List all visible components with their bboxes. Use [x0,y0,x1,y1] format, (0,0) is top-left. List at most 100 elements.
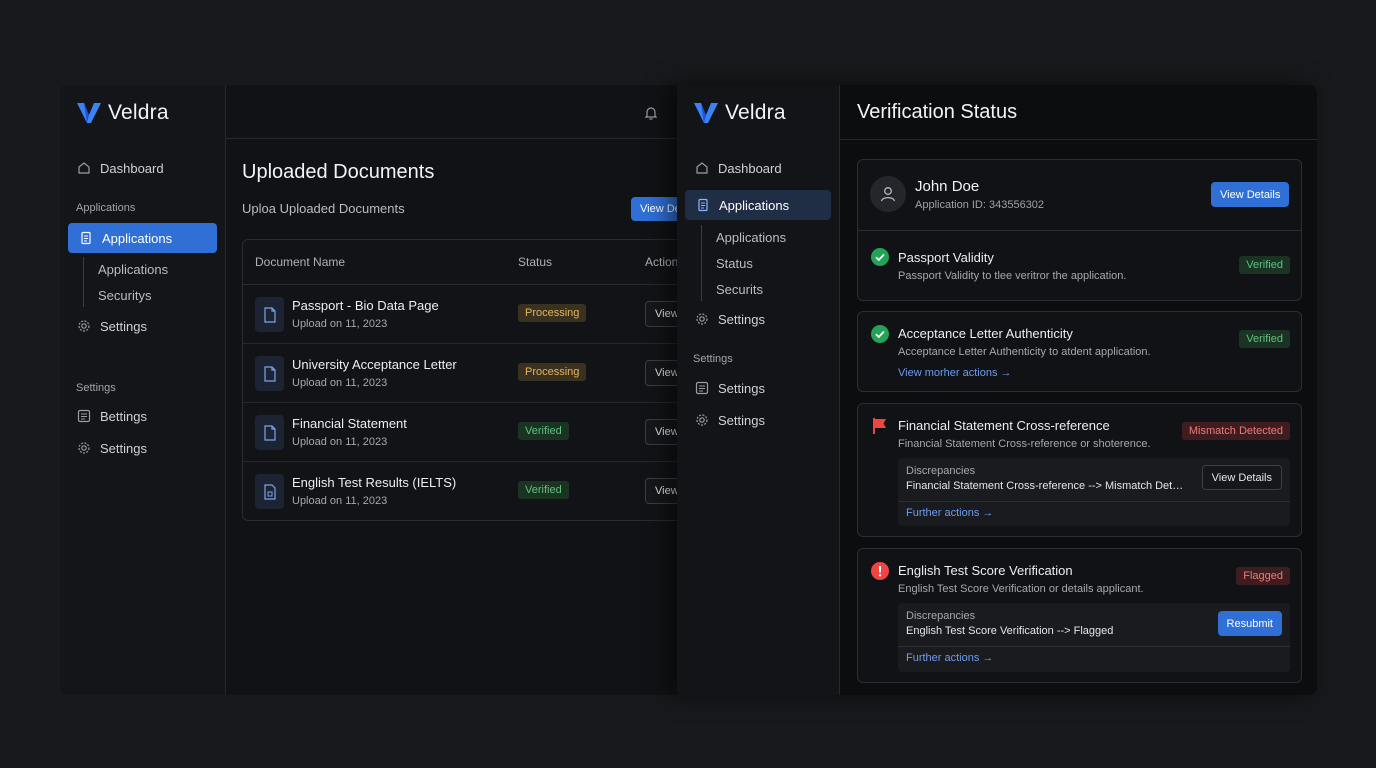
nav-applications-label: Applications [719,197,790,213]
nav-applications[interactable]: Applications [68,223,217,253]
check-circle-icon [871,325,889,343]
veldra-logo-icon [694,103,718,123]
discrepancies-panel: Discrepancies English Test Score Verific… [898,603,1290,672]
check-desc-acceptance: Acceptance Letter Authenticity to atdent… [898,346,1151,358]
applications-section-label: Applications [76,202,136,214]
application-id: Application ID: 343556302 [915,199,1045,211]
view-details-button[interactable]: View Details [1211,182,1290,207]
nav-dashboard-label: Dashboard [718,160,782,176]
card-divider [858,230,1301,231]
discrepancies-panel: Discrepancies Financial Statement Cross-… [898,458,1290,526]
nav-applications[interactable]: Applications [685,190,831,220]
discrepancies-label: Discrepancies [906,465,976,477]
status-badge: Verified [518,481,569,499]
check-title-english: English Test Score Verification [898,563,1073,578]
settings-section-label: Settings [76,382,116,394]
sub-item-securitys[interactable]: Securitys [98,288,151,303]
applicant-name: John Doe [915,178,980,195]
page-title: Verification Status [857,101,1018,123]
table-row[interactable]: University Acceptance Letter Upload on 1… [243,344,680,403]
further-actions-link[interactable]: Further actions → [906,507,993,519]
nav-settings-2[interactable]: Settings [66,433,218,463]
page-subtitle: Uploa Uploaded Documents [242,201,405,216]
check-desc-financial: Financial Statement Cross-reference or s… [898,438,1151,450]
nav-bettings-label: Bettings [100,408,147,424]
nav-dashboard-label: Dashboard [100,160,164,176]
financial-statement-card: Financial Statement Cross-reference Fina… [857,403,1302,537]
nav-dashboard[interactable]: Dashboard [684,153,832,183]
view-more-actions-link[interactable]: View morher actions → [898,367,1012,379]
check-title-passport: Passport Validity [898,250,994,265]
nav-settings[interactable]: Settings [66,311,218,341]
sub-item-applications[interactable]: Applications [716,230,786,245]
avatar [870,176,906,212]
status-badge: Processing [518,363,587,381]
sub-item-securits[interactable]: Securits [716,282,763,297]
column-header-status: Status [518,255,553,269]
view-button[interactable]: View [645,419,680,445]
gear-icon [76,318,92,334]
alert-circle-icon [871,562,889,580]
file-icon [255,474,284,509]
document-date: Upload on 11, 2023 [292,318,388,330]
brand-name: Veldra [725,101,786,124]
nav-dashboard[interactable]: Dashboard [66,153,218,183]
nav-settings-2[interactable]: Settings [684,405,832,435]
status-badge: Processing [518,304,587,322]
table-row[interactable]: Passport - Bio Data Page Upload on 11, 2… [243,285,680,344]
check-title-financial: Financial Statement Cross-reference [898,418,1110,433]
status-badge: Mismatch Detected [1181,422,1290,440]
header-divider [840,139,1317,140]
panel-divider [898,646,1290,647]
nav-bettings[interactable]: Bettings [66,401,218,431]
brand-name: Veldra [108,101,169,124]
resubmit-button[interactable]: Resubmit [1217,611,1282,636]
nav-settings[interactable]: Settings [684,304,832,334]
home-icon [76,160,92,176]
sub-item-status[interactable]: Status [716,256,753,271]
gear-icon [76,440,92,456]
gear-icon [694,311,710,327]
view-details-button[interactable]: View Details [1201,465,1282,490]
brand-logo[interactable]: Veldra [76,101,169,125]
column-header-actions: Actions [645,255,680,269]
document-date: Upload on 11, 2023 [292,377,388,389]
flag-icon [871,417,889,435]
nav-settings-label: Settings [718,311,765,327]
file-icon [255,297,284,332]
submenu-guide [83,257,84,307]
further-actions-link[interactable]: Further actions → [906,652,993,664]
view-button[interactable]: View [645,301,680,327]
document-name: Passport - Bio Data Page [292,298,439,313]
panel-divider [898,501,1290,502]
document-icon [695,197,711,213]
document-date: Upload on 11, 2023 [292,495,388,507]
verification-window: Veldra Dashboard Applications Applicatio… [677,85,1317,695]
nav-settings-list-label: Settings [718,380,765,396]
veldra-logo-icon [77,103,101,123]
nav-settings-2-label: Settings [100,440,147,456]
discrepancy-text: English Test Score Verification --> Flag… [906,625,1114,637]
brand-logo[interactable]: Veldra [693,101,786,125]
check-circle-icon [871,248,889,266]
table-row[interactable]: English Test Results (IELTS) Upload on 1… [243,462,680,521]
view-details-button[interactable]: View Details [631,197,680,221]
file-icon [255,356,284,391]
document-name: University Acceptance Letter [292,357,457,372]
table-row[interactable]: Financial Statement Upload on 11, 2023 V… [243,403,680,462]
sub-item-applications[interactable]: Applications [98,262,168,277]
nav-applications-label: Applications [102,230,173,246]
bell-icon[interactable] [643,105,659,126]
view-button[interactable]: View [645,478,680,504]
document-name: English Test Results (IELTS) [292,475,457,490]
document-date: Upload on 11, 2023 [292,436,388,448]
settings-section-label: Settings [693,353,733,365]
status-badge: Flagged [1236,567,1290,585]
nav-settings-list[interactable]: Settings [684,373,832,403]
submenu-guide [701,225,702,301]
view-button[interactable]: View [645,360,680,386]
check-desc-passport: Passport Validity to tlee veritror the a… [898,270,1127,282]
left-sidebar: Veldra Dashboard Applications Applicatio… [60,85,226,695]
nav-settings-label: Settings [100,318,147,334]
document-icon [78,230,94,246]
